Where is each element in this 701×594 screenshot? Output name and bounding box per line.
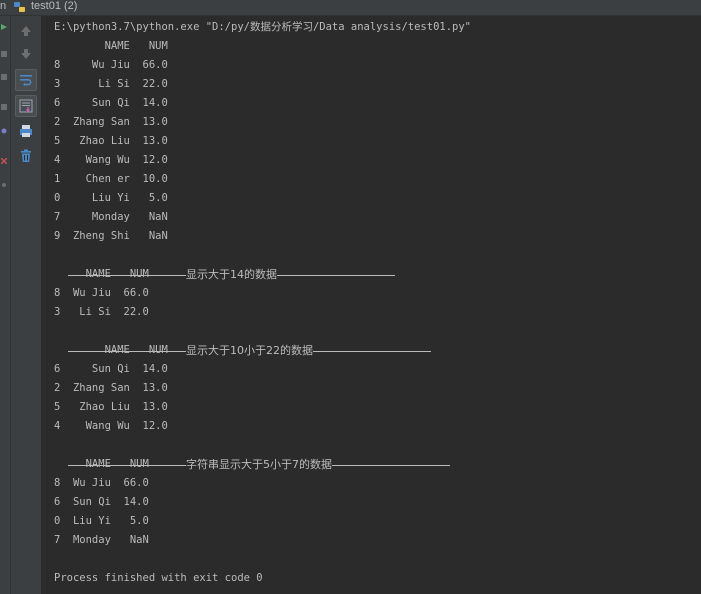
- close-icon[interactable]: [1, 158, 7, 164]
- table-header: NAME NUM: [54, 344, 168, 356]
- arrow-up-icon[interactable]: [15, 20, 37, 42]
- separator-line: 显示大于10小于22的数据: [54, 322, 431, 357]
- help-icon[interactable]: [1, 182, 7, 188]
- table-row: 7 Monday NaN: [54, 534, 149, 546]
- table-row: 4 Wang Wu 12.0: [54, 154, 168, 166]
- rule-right: [332, 464, 450, 466]
- rerun-icon[interactable]: [1, 74, 7, 80]
- print-icon[interactable]: [15, 120, 37, 142]
- table-row: 6 Sun Qi 14.0: [54, 496, 149, 508]
- soft-wrap-icon[interactable]: [15, 69, 37, 91]
- rule-right: [277, 274, 395, 276]
- table-row: 8 Wu Jiu 66.0: [54, 287, 149, 299]
- table-header: NAME NUM: [54, 268, 149, 280]
- table-row: 8 Wu Jiu 66.0: [54, 59, 168, 71]
- separator-text: 字符串显示大于5小于7的数据: [186, 458, 332, 471]
- table-row: 4 Wang Wu 12.0: [54, 420, 168, 432]
- table-row: 7 Monday NaN: [54, 211, 168, 223]
- table-row: 9 Zheng Shi NaN: [54, 230, 168, 242]
- run-command: E:\python3.7\python.exe "D:/py/数据分析学习/Da…: [54, 21, 472, 33]
- rule-right: [313, 350, 431, 352]
- left-gutter: [0, 16, 11, 594]
- console-output[interactable]: E:\python3.7\python.exe "D:/py/数据分析学习/Da…: [42, 16, 701, 594]
- table-row: 5 Zhao Liu 13.0: [54, 401, 168, 413]
- separator-line: 显示大于14的数据: [54, 246, 395, 281]
- table-row: 0 Liu Yi 5.0: [54, 515, 149, 527]
- console-toolbar: [11, 16, 42, 594]
- table-row: 6 Sun Qi 14.0: [54, 97, 168, 109]
- settings-icon[interactable]: [1, 128, 7, 134]
- table-row: 2 Zhang San 13.0: [54, 116, 168, 128]
- table-row: 5 Zhao Liu 13.0: [54, 135, 168, 147]
- stop-icon[interactable]: [1, 51, 7, 57]
- table-row: 3 Li Si 22.0: [54, 306, 149, 318]
- run-tab-test01[interactable]: test01 (2): [31, 0, 77, 13]
- table-row: 1 Chen er 10.0: [54, 173, 168, 185]
- tab-prefix: n: [0, 0, 7, 12]
- exit-message: Process finished with exit code 0: [54, 572, 263, 584]
- trash-icon[interactable]: [15, 145, 37, 167]
- separator-text: 显示大于14的数据: [186, 268, 277, 281]
- arrow-down-icon[interactable]: [15, 43, 37, 65]
- separator-line: 字符串显示大于5小于7的数据: [54, 436, 450, 471]
- python-icon: [14, 2, 25, 12]
- scroll-to-end-icon[interactable]: [15, 95, 37, 117]
- table-row: 8 Wu Jiu 66.0: [54, 477, 149, 489]
- pin-icon[interactable]: [1, 104, 7, 110]
- run-tab-bar: n test01 (2): [0, 0, 701, 16]
- play-icon[interactable]: [1, 24, 7, 30]
- table-header: NAME NUM: [54, 458, 149, 470]
- separator-text: 显示大于10小于22的数据: [186, 344, 313, 357]
- table-row: 3 Li Si 22.0: [54, 78, 168, 90]
- table-row: 2 Zhang San 13.0: [54, 382, 168, 394]
- table-row: 0 Liu Yi 5.0: [54, 192, 168, 204]
- table-row: 6 Sun Qi 14.0: [54, 363, 168, 375]
- table-header: NAME NUM: [54, 40, 168, 52]
